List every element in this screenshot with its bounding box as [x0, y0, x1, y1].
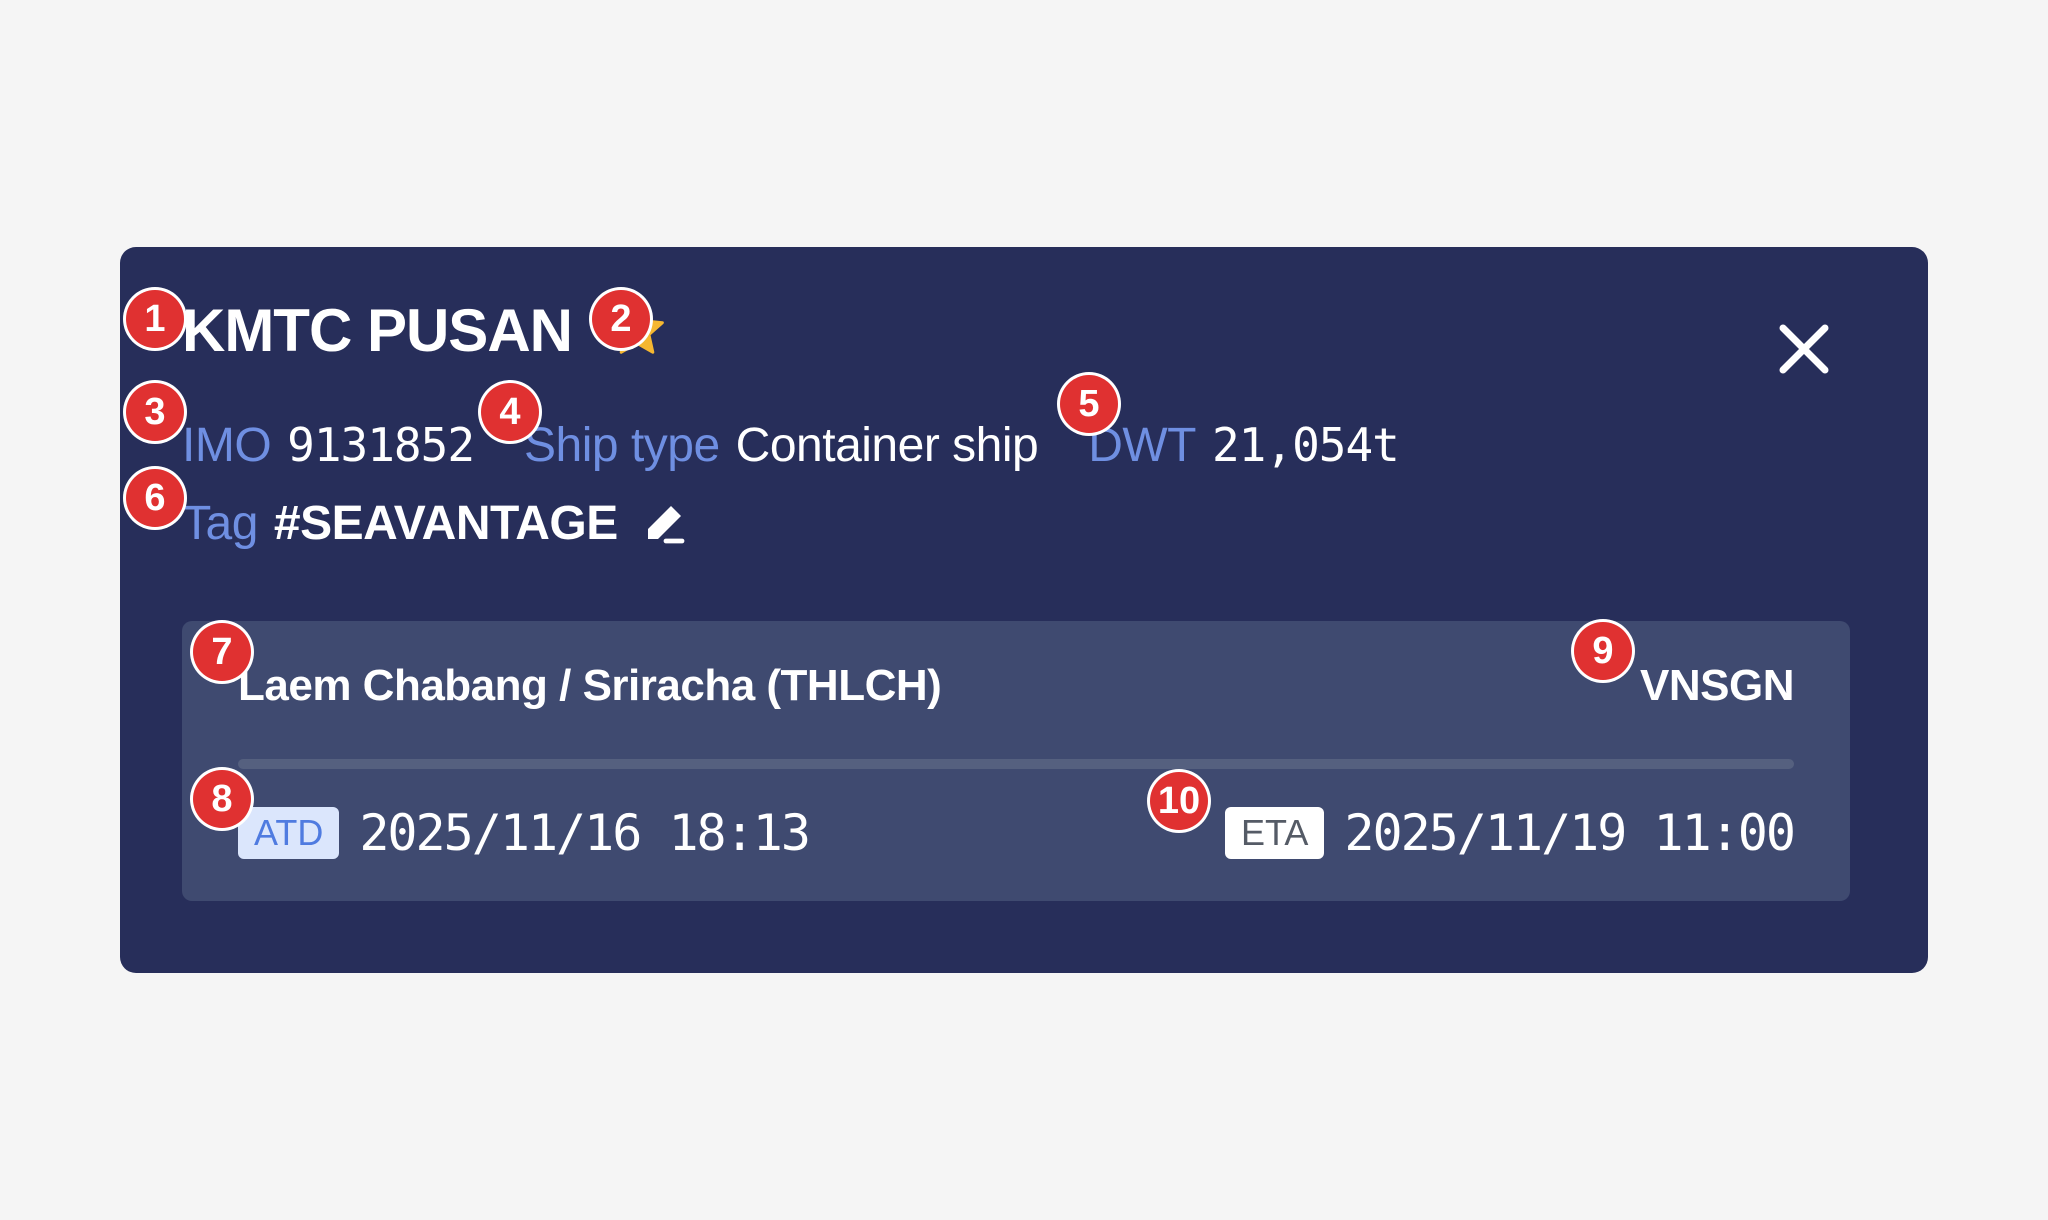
destination-port: VNSGN	[1640, 661, 1794, 710]
eta-badge: ETA	[1225, 807, 1325, 859]
annotation-marker: 1	[126, 290, 184, 348]
annotation-marker: 2	[592, 290, 650, 348]
close-icon[interactable]	[1776, 321, 1832, 377]
atd-time: 2025/11/16 18:13	[359, 804, 811, 862]
imo-label: IMO	[182, 418, 272, 472]
route-progress-track	[238, 759, 1794, 769]
imo-value: 9131852	[287, 418, 475, 472]
tag-row: Tag #SEAVANTAGE	[182, 493, 688, 553]
vessel-name: KMTC PUSAN	[182, 296, 573, 364]
annotation-marker: 9	[1574, 622, 1632, 680]
tag-label: Tag	[182, 496, 258, 550]
annotation-marker: 4	[481, 383, 539, 441]
vessel-info-card: KMTC PUSAN IMO 9131852 Ship type Contain…	[120, 247, 1928, 973]
tag-value: #SEAVANTAGE	[273, 496, 618, 550]
annotation-marker: 3	[126, 383, 184, 441]
atd-badge: ATD	[238, 807, 340, 859]
dwt-value: 21,054t	[1211, 418, 1400, 472]
annotation-marker: 6	[126, 469, 184, 527]
vessel-meta-row: IMO 9131852 Ship type Container ship DWT…	[182, 415, 1400, 475]
annotation-marker: 5	[1060, 375, 1118, 433]
departure-row: ATD 2025/11/16 18:13	[238, 801, 811, 865]
ship-type-value: Container ship	[735, 418, 1039, 472]
annotation-marker: 10	[1150, 772, 1208, 830]
ship-type-label: Ship type	[524, 418, 720, 472]
eta-time: 2025/11/19 11:00	[1344, 804, 1796, 862]
annotation-marker: 8	[193, 770, 251, 828]
pencil-icon[interactable]	[640, 499, 688, 547]
origin-port: Laem Chabang / Sriracha (THLCH)	[238, 661, 942, 710]
annotation-marker: 7	[193, 623, 251, 681]
arrival-row: ETA 2025/11/19 11:00	[1225, 801, 1796, 865]
